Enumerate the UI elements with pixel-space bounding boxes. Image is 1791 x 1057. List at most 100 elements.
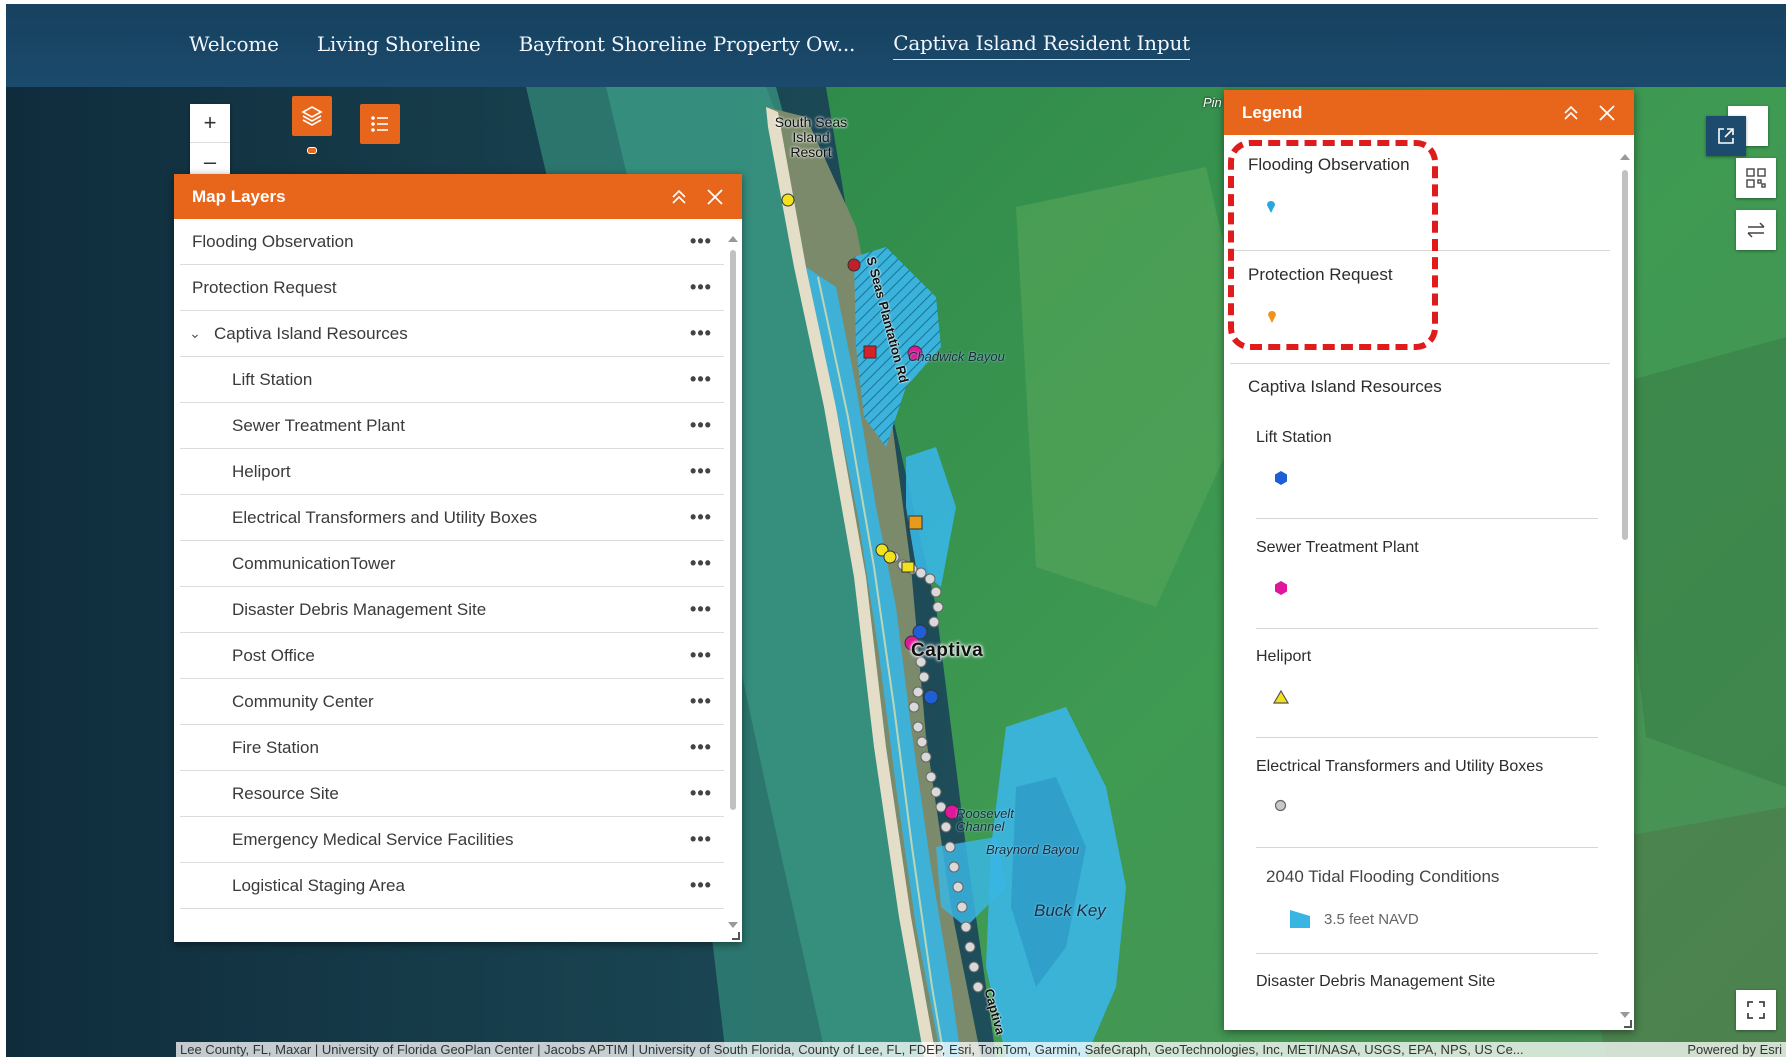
legend-scrollbar[interactable] [1622,170,1628,540]
scroll-down-arrow[interactable] [728,922,738,928]
legend-widget-button[interactable] [360,104,400,144]
legend-body: Flooding Observation Protection Request … [1224,135,1616,1016]
legend-title: Legend [1242,102,1303,122]
legend-divider [1256,737,1598,738]
layer-label: Post Office [232,645,315,665]
layer-row-flooding-observation[interactable]: Flooding Observation ••• [180,219,724,265]
map-layers-header: Map Layers [174,174,742,219]
external-link-icon [1718,128,1734,144]
layer-options-button[interactable]: ••• [678,323,724,344]
layer-label: Lift Station [232,369,313,389]
layer-row-sewer-treatment-plant[interactable]: Sewer Treatment Plant ••• [180,403,724,449]
layer-row-post-office[interactable]: Post Office ••• [180,633,724,679]
tab-living-shoreline[interactable]: Living Shoreline [317,32,481,60]
qr-code-icon [1746,168,1766,188]
flood-polygon-swatch-icon [1290,910,1310,928]
layer-options-button[interactable]: ••• [678,231,724,252]
layer-options-button[interactable]: ••• [678,369,724,390]
tab-welcome[interactable]: Welcome [189,32,279,60]
top-navigation: Welcome Living Shoreline Bayfront Shorel… [6,4,1786,87]
map-label-pine: Pin [1203,95,1222,110]
zoom-in-button[interactable]: + [190,104,230,142]
legend-divider [1230,363,1610,364]
layer-row-fire-station[interactable]: Fire Station ••• [180,725,724,771]
chevron-down-icon[interactable]: ⌄ [184,325,206,342]
legend-tidal-flooding: 2040 Tidal Flooding Conditions [1266,867,1500,886]
layer-row-lift-station[interactable]: Lift Station ••• [180,357,724,403]
fullscreen-button[interactable] [1736,990,1776,1030]
layer-label: Resource Site [232,783,339,803]
map-label-braynord: Braynord Bayou [986,842,1080,857]
resize-handle[interactable] [1624,1020,1632,1028]
layer-options-button[interactable]: ••• [678,415,724,436]
open-external-button-active[interactable] [1706,116,1746,156]
pin-marker-icon [1268,311,1276,323]
scroll-down-arrow[interactable] [1620,1012,1630,1018]
legend-panel: Legend Flooding Observation Protection R… [1224,90,1634,1030]
layer-label: Community Center [232,691,374,711]
layer-options-button[interactable]: ••• [678,553,724,574]
layer-label: Captiva Island Resources [214,323,408,343]
layer-row-resource-site[interactable]: Resource Site ••• [180,771,724,817]
resize-handle[interactable] [732,932,740,940]
map-label-buck-key: Buck Key [1034,901,1106,920]
layer-label: Emergency Medical Service Facilities [232,829,514,849]
droplet-marker-icon [1267,201,1275,213]
legend-electrical: Electrical Transformers and Utility Boxe… [1256,758,1544,775]
map-layers-panel: Map Layers Flooding Observation ••• Prote… [174,174,742,942]
layer-label: Flooding Observation [192,231,354,251]
layer-options-button[interactable]: ••• [678,875,724,896]
layer-row-captiva-resources[interactable]: ⌄ Captiva Island Resources ••• [180,311,724,357]
legend-header: Legend [1224,90,1634,135]
layer-row-community-center[interactable]: Community Center ••• [180,679,724,725]
map-label-chadwick: Chadwick Bayou [908,349,1005,364]
layer-options-button[interactable]: ••• [678,783,724,804]
layer-row-logistical-staging[interactable]: Logistical Staging Area ••• [180,863,724,909]
collapse-panel-button[interactable] [668,186,690,208]
legend-tidal-value: 3.5 feet NAVD [1324,911,1419,928]
tab-captiva-resident-input[interactable]: Captiva Island Resident Input [893,31,1190,60]
layer-row-communication-tower[interactable]: CommunicationTower ••• [180,541,724,587]
swipe-compare-button[interactable] [1736,210,1776,250]
legend-resources-group: Captiva Island Resources [1248,377,1442,396]
layer-options-button[interactable]: ••• [678,461,724,482]
zoom-control: + – [190,104,230,180]
qr-code-button[interactable] [1736,158,1776,198]
legend-divider [1256,518,1598,519]
legend-lift-station: Lift Station [1256,429,1332,446]
map-layers-title: Map Layers [192,186,286,206]
scroll-up-arrow[interactable] [1620,154,1630,160]
powered-by-esri[interactable]: Powered by Esri [1673,1042,1786,1057]
fullscreen-icon [1747,1001,1765,1019]
legend-flooding-observation: Flooding Observation [1248,155,1410,174]
layer-row-debris-site[interactable]: Disaster Debris Management Site ••• [180,587,724,633]
close-legend-button[interactable] [1596,102,1618,124]
layer-options-button[interactable]: ••• [678,277,724,298]
layer-options-button[interactable]: ••• [678,691,724,712]
collapse-legend-button[interactable] [1560,102,1582,124]
legend-divider [1256,628,1598,629]
layer-options-button[interactable]: ••• [678,737,724,758]
layer-label: Sewer Treatment Plant [232,415,405,435]
layers-icon [301,106,323,126]
layer-label: CommunicationTower [232,553,396,573]
layer-row-electrical[interactable]: Electrical Transformers and Utility Boxe… [180,495,724,541]
layer-row-protection-request[interactable]: Protection Request ••• [180,265,724,311]
tab-bayfront-shoreline[interactable]: Bayfront Shoreline Property Ow... [519,32,856,60]
layer-list-scrollbar[interactable] [730,250,736,810]
close-panel-button[interactable] [704,186,726,208]
layer-row-heliport[interactable]: Heliport ••• [180,449,724,495]
legend-debris-site: Disaster Debris Management Site [1256,973,1496,990]
layer-options-button[interactable]: ••• [678,829,724,850]
layer-row-ems-facilities[interactable]: Emergency Medical Service Facilities ••• [180,817,724,863]
close-icon [707,188,723,205]
layer-list: Flooding Observation ••• Protection Reque… [174,219,724,926]
layers-widget-button[interactable] [292,96,332,136]
layer-options-button[interactable]: ••• [678,645,724,666]
legend-divider [1230,250,1610,251]
chevron-double-up-icon [672,189,686,204]
map-attribution: Lee County, FL, Maxar | University of Fl… [176,1042,1786,1057]
layer-options-button[interactable]: ••• [678,599,724,620]
layer-options-button[interactable]: ••• [678,507,724,528]
scroll-up-arrow[interactable] [728,236,738,242]
